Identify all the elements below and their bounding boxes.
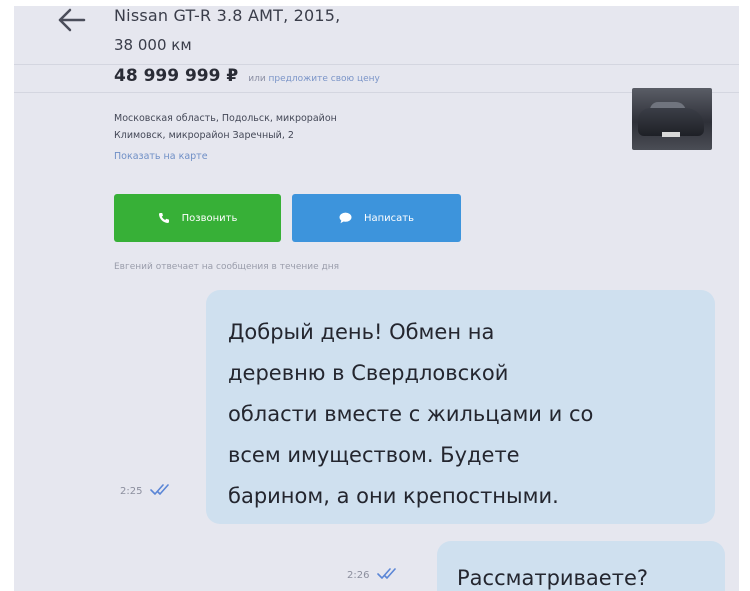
double-check-icon: [150, 484, 172, 499]
show-on-map-link[interactable]: Показать на карте: [114, 151, 208, 162]
message-line: Добрый день! Обмен на: [228, 320, 495, 344]
message-meta: 2:26: [347, 568, 399, 583]
price-row: 48 999 999 ₽ или предложите свою цену: [114, 66, 380, 86]
phone-icon: [158, 212, 170, 224]
message-time: 2:25: [120, 486, 143, 497]
address-line: Московская область, Подольск, микрорайон: [114, 113, 337, 124]
message-time: 2:26: [347, 570, 370, 581]
listing-price: 48 999 999 ₽: [114, 66, 239, 86]
screenshot-frame: Nissan GT-R 3.8 AMT, 2015, 38 000 км 48 …: [0, 0, 750, 591]
divider: [14, 64, 739, 65]
message-line: деревню в Свердловской: [228, 361, 509, 385]
message-bubble[interactable]: Рассматриваете?: [437, 541, 725, 591]
listing-mileage: 38 000 км: [114, 36, 192, 54]
message-line: барином, а они крепостными.: [228, 484, 559, 508]
call-button[interactable]: Позвонить: [114, 194, 281, 242]
listing-title: Nissan GT-R 3.8 AMT, 2015,: [114, 6, 341, 25]
address-line: Климовск, микрорайон Заречный, 2: [114, 130, 294, 141]
app-screen: Nissan GT-R 3.8 AMT, 2015, 38 000 км 48 …: [14, 6, 739, 591]
chat-bubble-icon: [339, 212, 352, 224]
message-bubble[interactable]: Добрый день! Обмен на деревню в Свердлов…: [206, 290, 715, 524]
offer-price-link[interactable]: предложите свою цену: [269, 74, 380, 84]
car-plate: [662, 132, 680, 137]
message-text: Рассматриваете?: [457, 566, 649, 590]
message-line: области вместе с жильцами и со: [228, 402, 594, 426]
divider: [14, 92, 739, 93]
price-alternative: или предложите свою цену: [248, 74, 380, 84]
message-meta: 2:25: [120, 484, 172, 499]
message-line: всем имуществом. Будете: [228, 443, 520, 467]
listing-address: Московская область, Подольск, микрорайон…: [114, 110, 494, 144]
write-button-label: Написать: [363, 212, 415, 224]
seller-response-note: Евгений отвечает на сообщения в течение …: [114, 262, 340, 272]
double-check-icon: [377, 568, 399, 583]
call-button-label: Позвонить: [181, 212, 238, 224]
back-arrow-icon[interactable]: [52, 6, 92, 40]
write-button[interactable]: Написать: [292, 194, 461, 242]
price-alt-prefix: или: [248, 74, 266, 84]
listing-thumbnail[interactable]: [632, 88, 712, 150]
